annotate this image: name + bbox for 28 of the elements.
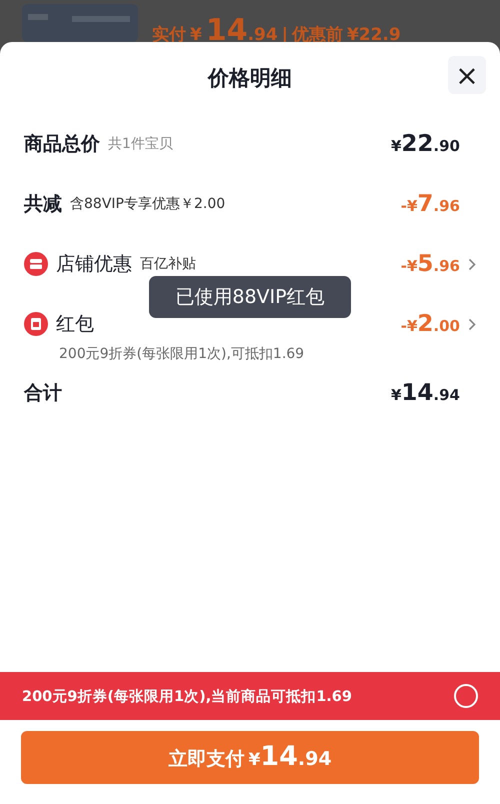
paid-label: 实付 [152,24,186,46]
price-value: -¥5.96 [400,251,460,277]
paid-price: 14.94 [206,13,278,48]
sheet-title: 价格明细 [208,65,292,92]
yen-sign: ¥ [190,25,202,45]
envelope-icon [24,312,48,336]
chevron-right-icon[interactable] [468,318,476,330]
row-label: 共减 [24,192,62,217]
row-label: 红包 [56,312,94,337]
row-note: 共1件宝贝 [108,135,173,153]
price-value: -¥7.96 [400,191,460,217]
chevron-right-icon[interactable] [468,258,476,270]
radio-button[interactable] [454,684,478,708]
coupon-detail: 200元9折券(每张限用1次),可抵扣1.69 [59,345,306,363]
store-icon [24,252,48,276]
row-label: 店铺优惠 [56,252,132,277]
close-button[interactable]: × [448,56,486,94]
original-price: ¥22.9 [346,25,401,45]
price-value: ¥14.94 [390,380,460,406]
row-label: 合计 [24,381,62,406]
toast: 已使用88VIP红包 [149,276,351,318]
row-note: 百亿补贴 [140,255,196,273]
coupon-text: 200元9折券(每张限用1次),当前商品可抵扣1.69 [22,688,352,706]
row-label: 商品总价 [24,132,100,157]
original-price-label: 优惠前 [292,24,343,46]
price-value: -¥2.00 [400,311,460,337]
price-value: ¥22.90 [390,131,460,157]
row-note: 含88VIP专享优惠￥2.00 [70,195,226,213]
